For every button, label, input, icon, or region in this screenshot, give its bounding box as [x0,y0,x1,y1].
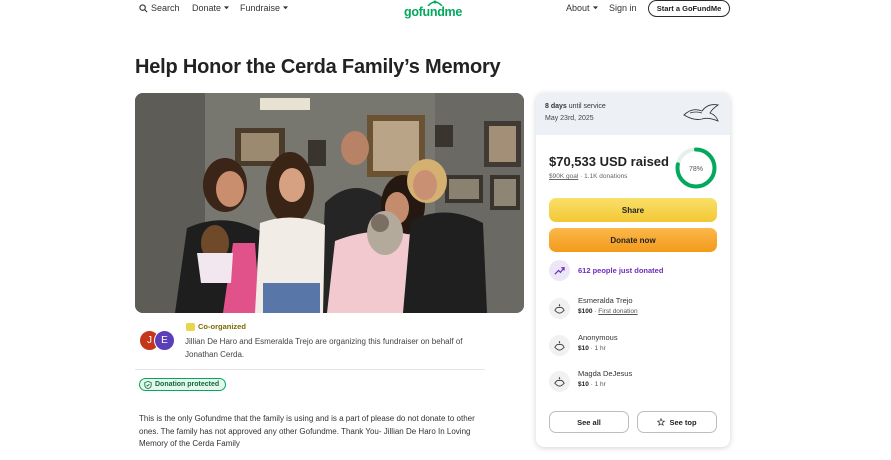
days-count: 8 days [545,103,567,110]
progress-ring: 78% [675,147,717,189]
donor-meta: $100 · First donation [578,308,638,315]
search-link[interactable]: Search [139,3,180,13]
top-nav: Search Donate Fundraise gofundme About S… [0,0,891,19]
about-menu-label: About [566,3,590,13]
donor-time: 1 hr [594,381,606,388]
organizer-text: Jillian De Haro and Esmeralda Trejo are … [185,337,463,359]
service-date: May 23rd, 2025 [545,115,594,122]
search-label: Search [151,3,180,13]
donor-hands-icon [549,371,570,392]
recent-donations-text: 612 people just donated [578,266,664,275]
goal-amount[interactable]: $90K goal [549,173,578,180]
donor-name: Magda DeJesus [578,369,633,378]
donor-amount: $100 [578,308,593,315]
trend-up-icon [549,260,570,281]
fundraise-menu-label: Fundraise [240,3,281,13]
donor-hands-icon [549,298,570,319]
about-menu[interactable]: About [566,3,598,13]
see-top-label: See top [669,417,697,427]
fundraise-menu[interactable]: Fundraise [240,3,289,13]
see-all-button[interactable]: See all [549,411,629,433]
start-gofundme-button[interactable]: Start a GoFundMe [648,0,730,17]
donation-protected-badge[interactable]: Donation protected [139,378,227,391]
days-label: until service [568,103,606,110]
co-organized-text: Co-organized [198,322,246,331]
badge-label: Donation protected [155,381,220,388]
days-until-service: 8 days until service [545,103,606,110]
donation-count: · 1.1K donations [580,173,628,180]
donate-now-button[interactable]: Donate now [549,228,717,252]
donor-time: 1 hr [594,345,606,352]
shield-icon [144,380,152,389]
family-photo-image [135,93,524,313]
goal-line: $90K goal · 1.1K donations [549,173,627,180]
first-donation-link[interactable]: First donation [598,308,637,315]
donor-name: Esmeralda Trejo [578,296,633,305]
signin-link[interactable]: Sign in [609,3,637,13]
divider [135,369,485,370]
organizer-avatars: J E [139,330,179,352]
page-title: Help Honor the Cerda Family’s Memory [135,56,501,78]
signin-label: Sign in [609,3,637,13]
donor-item: Esmeralda Trejo $100 · First donation [549,296,719,322]
donor-item: Anonymous $10 · 1 hr [549,333,719,359]
donor-meta: $10 · 1 hr [578,381,606,388]
donor-meta: $10 · 1 hr [578,345,606,352]
donate-menu-label: Donate [192,3,222,13]
chevron-down-icon [592,6,598,10]
donate-menu[interactable]: Donate [192,3,230,13]
chevron-down-icon [224,6,230,10]
amount-raised: $70,533 USD raised [549,154,669,169]
donor-name: Anonymous [578,333,618,342]
donor-item: Magda DeJesus $10 · 1 hr [549,369,719,395]
donor-hands-icon [549,335,570,356]
recent-donations: 612 people just donated [549,260,663,281]
see-top-button[interactable]: See top [637,411,717,433]
story-text: This is the only Gofundme that the famil… [139,414,475,448]
logo-text: gofundme [404,5,463,19]
campaign-photo[interactable] [135,93,524,313]
donation-card: 8 days until service May 23rd, 2025 $70,… [536,93,730,447]
donor-amount: $10 [578,381,589,388]
gofundme-logo[interactable]: gofundme [404,0,463,19]
avatar[interactable]: E [154,330,175,351]
co-organized-label: Co-organized [186,322,246,331]
donor-amount: $10 [578,345,589,352]
see-all-label: See all [577,417,601,427]
star-icon [657,418,666,426]
search-icon [139,3,148,12]
service-banner: 8 days until service May 23rd, 2025 [536,93,730,135]
progress-percent: 78% [689,166,703,173]
dove-icon [683,104,720,122]
chevron-down-icon [283,6,289,10]
share-button[interactable]: Share [549,198,717,222]
co-organized-icon [186,322,195,331]
